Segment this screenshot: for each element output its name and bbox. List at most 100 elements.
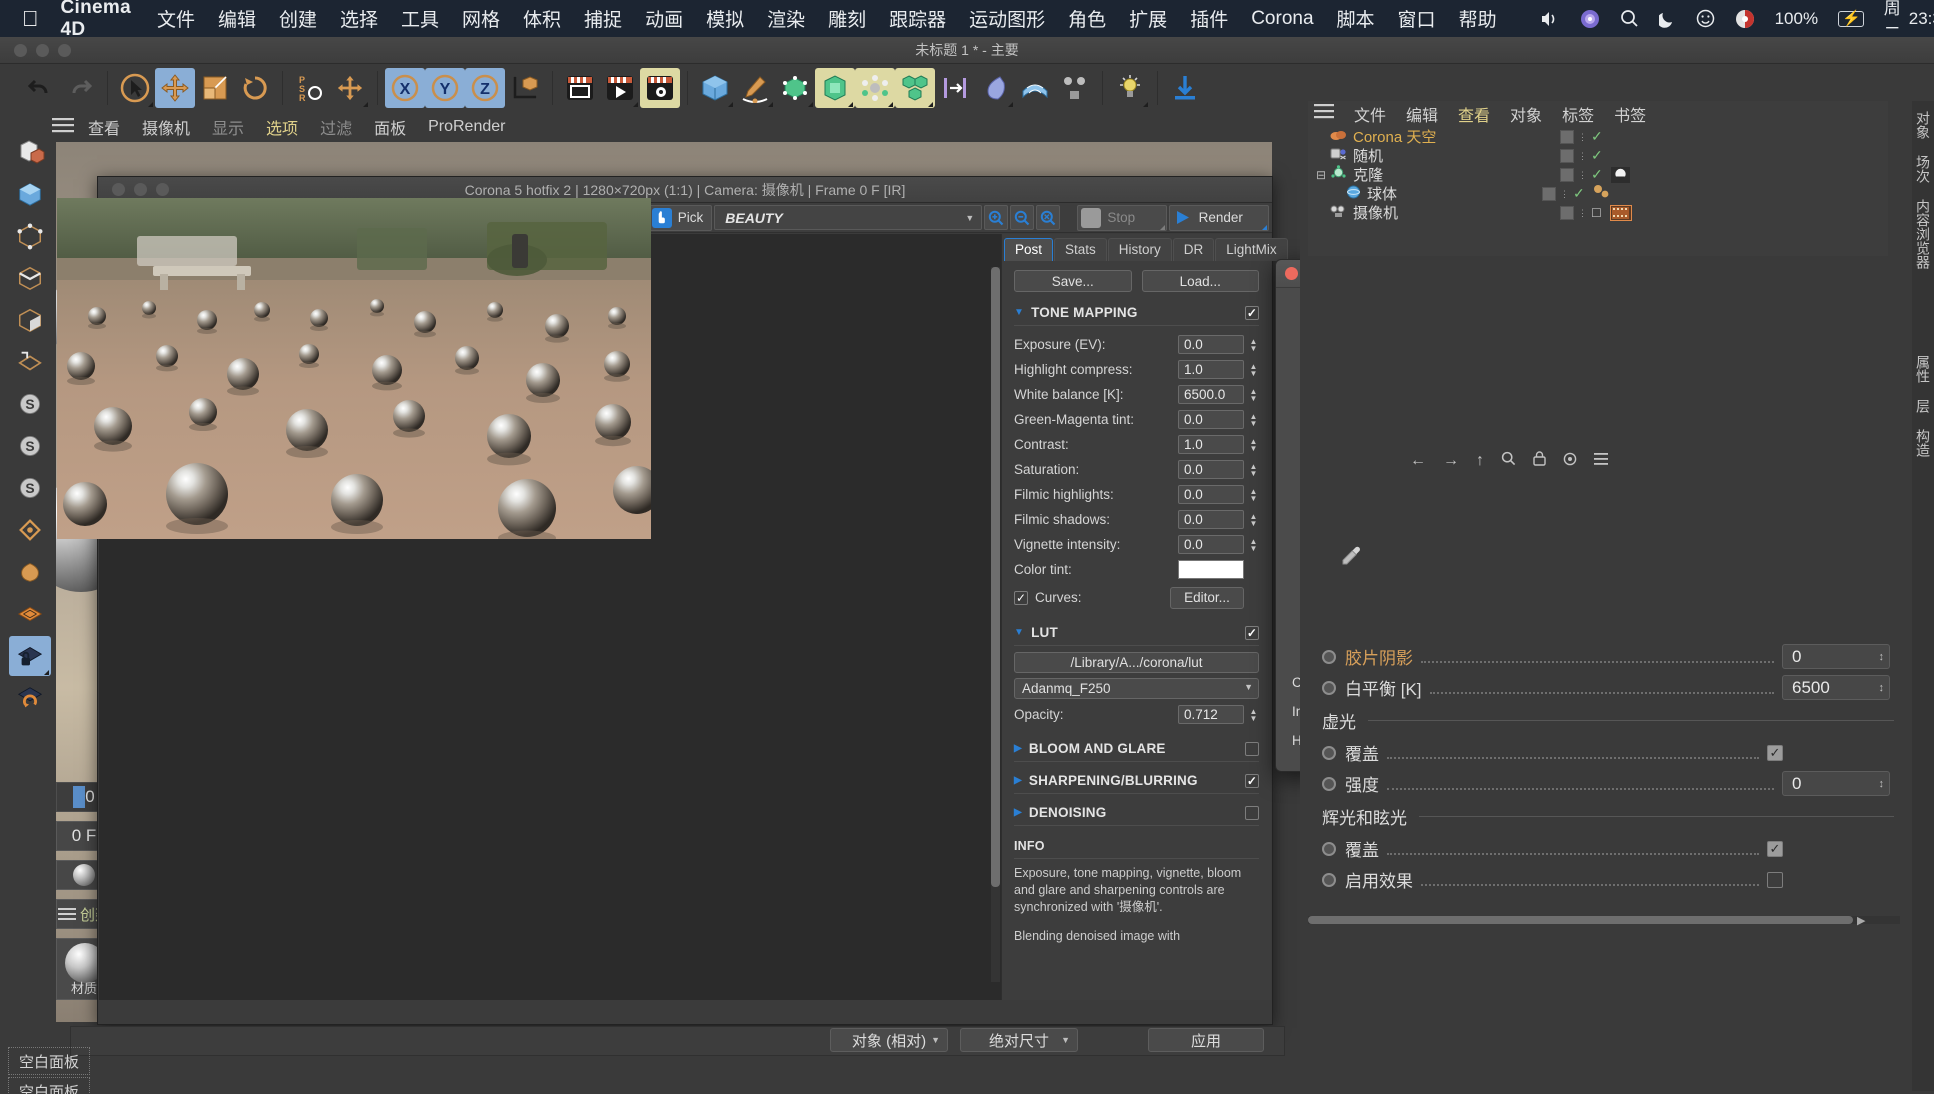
viewport-solo-button[interactable] <box>9 552 51 592</box>
spinner-icon[interactable]: ▲ ▼ <box>1248 387 1259 402</box>
menu-item-3[interactable]: 选择 <box>340 5 378 32</box>
x-axis-lock-button[interactable]: X <box>385 68 425 108</box>
lut-file-select[interactable]: Adanmq_F250 <box>1014 678 1259 699</box>
menu-item-13[interactable]: 运动图形 <box>969 5 1045 32</box>
back-arrow-icon[interactable]: ← <box>1410 452 1426 470</box>
viewport-menu-prorender[interactable]: ProRender <box>428 118 505 136</box>
menu-item-10[interactable]: 渲染 <box>767 5 805 32</box>
siri-icon[interactable] <box>1580 9 1600 29</box>
visible-check-icon[interactable]: ✓ <box>1591 128 1603 145</box>
menu-item-6[interactable]: 体积 <box>523 5 561 32</box>
scale-tool-button[interactable] <box>195 68 235 108</box>
viewport-menu-camera[interactable]: 摄像机 <box>142 115 190 139</box>
spinner-icon[interactable]: ▲ ▼ <box>1248 462 1259 477</box>
do-not-disturb-icon[interactable] <box>1658 9 1676 28</box>
attr-checkbox-vignette-override[interactable]: ✓ <box>1767 744 1783 761</box>
animate-dot[interactable] <box>1322 745 1336 760</box>
smiley-icon[interactable] <box>1696 9 1715 28</box>
menu-item-14[interactable]: 角色 <box>1068 5 1106 32</box>
menu-item-4[interactable]: 工具 <box>401 5 439 32</box>
spinner-icon[interactable]: ▲ ▼ <box>1248 707 1259 722</box>
om-menu-view[interactable]: 查看 <box>1458 102 1490 126</box>
deformer-button[interactable] <box>815 68 855 108</box>
render-pass-select[interactable]: BEAUTY ▼ <box>714 205 983 230</box>
spinner-icon[interactable]: ↕ <box>1879 778 1885 790</box>
object-tags-cloner[interactable]: ⋮ ✓ <box>1560 166 1630 183</box>
object-row-cloner[interactable]: ⊟ 克隆 ⋮ ✓ <box>1308 165 1888 184</box>
viewport-menu-options[interactable]: 选项 <box>266 115 298 139</box>
menu-item-11[interactable]: 雕刻 <box>828 5 866 32</box>
record-icon[interactable] <box>1735 9 1755 29</box>
cloner-button[interactable] <box>895 68 935 108</box>
material-tag[interactable] <box>1593 184 1611 203</box>
z-axis-lock-button[interactable]: Z <box>465 68 505 108</box>
enable-toggle[interactable] <box>1560 129 1574 144</box>
select-tool-button[interactable] <box>115 68 155 108</box>
menu-item-7[interactable]: 捕捉 <box>584 5 622 32</box>
rotate-tool-button[interactable] <box>235 68 275 108</box>
y-axis-lock-button[interactable]: Y <box>425 68 465 108</box>
field-green-magenta-tint-input[interactable]: 0.0 <box>1178 410 1244 429</box>
dots-icon[interactable]: ⋮ <box>1578 151 1587 160</box>
spinner-icon[interactable]: ▲ ▼ <box>1248 512 1259 527</box>
om-menu-tags[interactable]: 标签 <box>1562 102 1594 126</box>
viewport-menu-panel[interactable]: 面板 <box>374 115 406 139</box>
tab-stats[interactable]: Stats <box>1054 238 1107 261</box>
field-filmic-shadows-input[interactable]: 0.0 <box>1178 510 1244 529</box>
target-icon[interactable]: ☐ <box>1591 206 1602 220</box>
spline-pen-button[interactable] <box>735 68 775 108</box>
enable-toggle[interactable] <box>1560 205 1574 220</box>
menu-item-8[interactable]: 动画 <box>645 5 683 32</box>
workplane-mode-button[interactable] <box>9 342 51 382</box>
spinner-icon[interactable]: ▲ ▼ <box>1248 487 1259 502</box>
expand-toggle-icon[interactable]: ⊟ <box>1316 168 1326 182</box>
tone-mapping-checkbox[interactable]: ✓ <box>1245 305 1259 320</box>
field-highlight-compress-input[interactable]: 1.0 <box>1178 360 1244 379</box>
field-filmic-highlights-input[interactable]: 0.0 <box>1178 485 1244 504</box>
object-row-random[interactable]: 随机 ⋮ ✓ <box>1308 146 1888 165</box>
object-row-camera[interactable]: 摄像机 ⋮ ☐ <box>1308 203 1888 222</box>
pin-icon[interactable] <box>1563 452 1577 471</box>
download-content-button[interactable] <box>1165 68 1205 108</box>
animate-dot[interactable] <box>1322 841 1336 856</box>
field-lut-opacity-input[interactable]: 0.712 <box>1178 705 1244 724</box>
tab-takes[interactable]: 场次 <box>1913 155 1933 183</box>
object-axis-mode-button[interactable] <box>9 132 51 172</box>
tab-objects[interactable]: 对象 <box>1913 111 1933 139</box>
primitive-cube-button[interactable] <box>695 68 735 108</box>
tab-attributes[interactable]: 属性 <box>1913 355 1933 383</box>
lut-checkbox[interactable]: ✓ <box>1245 625 1259 640</box>
spinner-icon[interactable]: ▲ ▼ <box>1248 362 1259 377</box>
search-icon[interactable] <box>1501 451 1516 471</box>
attributes-scrollbar-thumb[interactable] <box>1308 916 1853 924</box>
mograph-button[interactable] <box>855 68 895 108</box>
blank-panel-1[interactable]: 空白面板 <box>8 1047 90 1075</box>
field-saturation-input[interactable]: 0.0 <box>1178 460 1244 479</box>
scroll-right-icon[interactable]: ▶ <box>1857 914 1865 927</box>
move-axis-button[interactable] <box>330 68 370 108</box>
viewport-menu-filter[interactable]: 过滤 <box>320 115 352 139</box>
menu-item-5[interactable]: 网格 <box>462 5 500 32</box>
post-panel-scrollbar-thumb[interactable] <box>991 267 1000 887</box>
tab-layers[interactable]: 层 <box>1913 399 1933 413</box>
zoom-in-button[interactable] <box>984 205 1009 230</box>
camera-tag[interactable] <box>1609 204 1632 221</box>
coord-apply-button[interactable]: 应用 <box>1148 1028 1264 1052</box>
object-tags-random[interactable]: ⋮ ✓ <box>1560 147 1603 164</box>
enable-axis-button[interactable] <box>9 510 51 550</box>
blank-panel-2[interactable]: 空白面板 <box>8 1077 90 1094</box>
animate-dot[interactable] <box>1322 649 1336 664</box>
visible-check-icon[interactable]: ✓ <box>1573 185 1585 202</box>
uv-points-mode-button[interactable]: S <box>9 426 51 466</box>
om-menu-bookmarks[interactable]: 书签 <box>1614 102 1646 126</box>
section-tone-mapping[interactable]: ▼ TONE MAPPING ✓ <box>1014 305 1259 320</box>
post-save-button[interactable]: Save... <box>1014 270 1132 292</box>
attr-checkbox-enable-effect[interactable] <box>1767 871 1783 888</box>
edge-mode-button[interactable] <box>9 258 51 298</box>
render-settings-button[interactable] <box>640 68 680 108</box>
scene-nodes-button[interactable] <box>1055 68 1095 108</box>
up-arrow-icon[interactable]: ↑ <box>1476 452 1484 470</box>
object-tags-sphere[interactable]: ⋮ ✓ <box>1542 184 1611 203</box>
point-mode-button[interactable] <box>9 216 51 256</box>
dots-icon[interactable]: ⋮ <box>1578 170 1587 179</box>
